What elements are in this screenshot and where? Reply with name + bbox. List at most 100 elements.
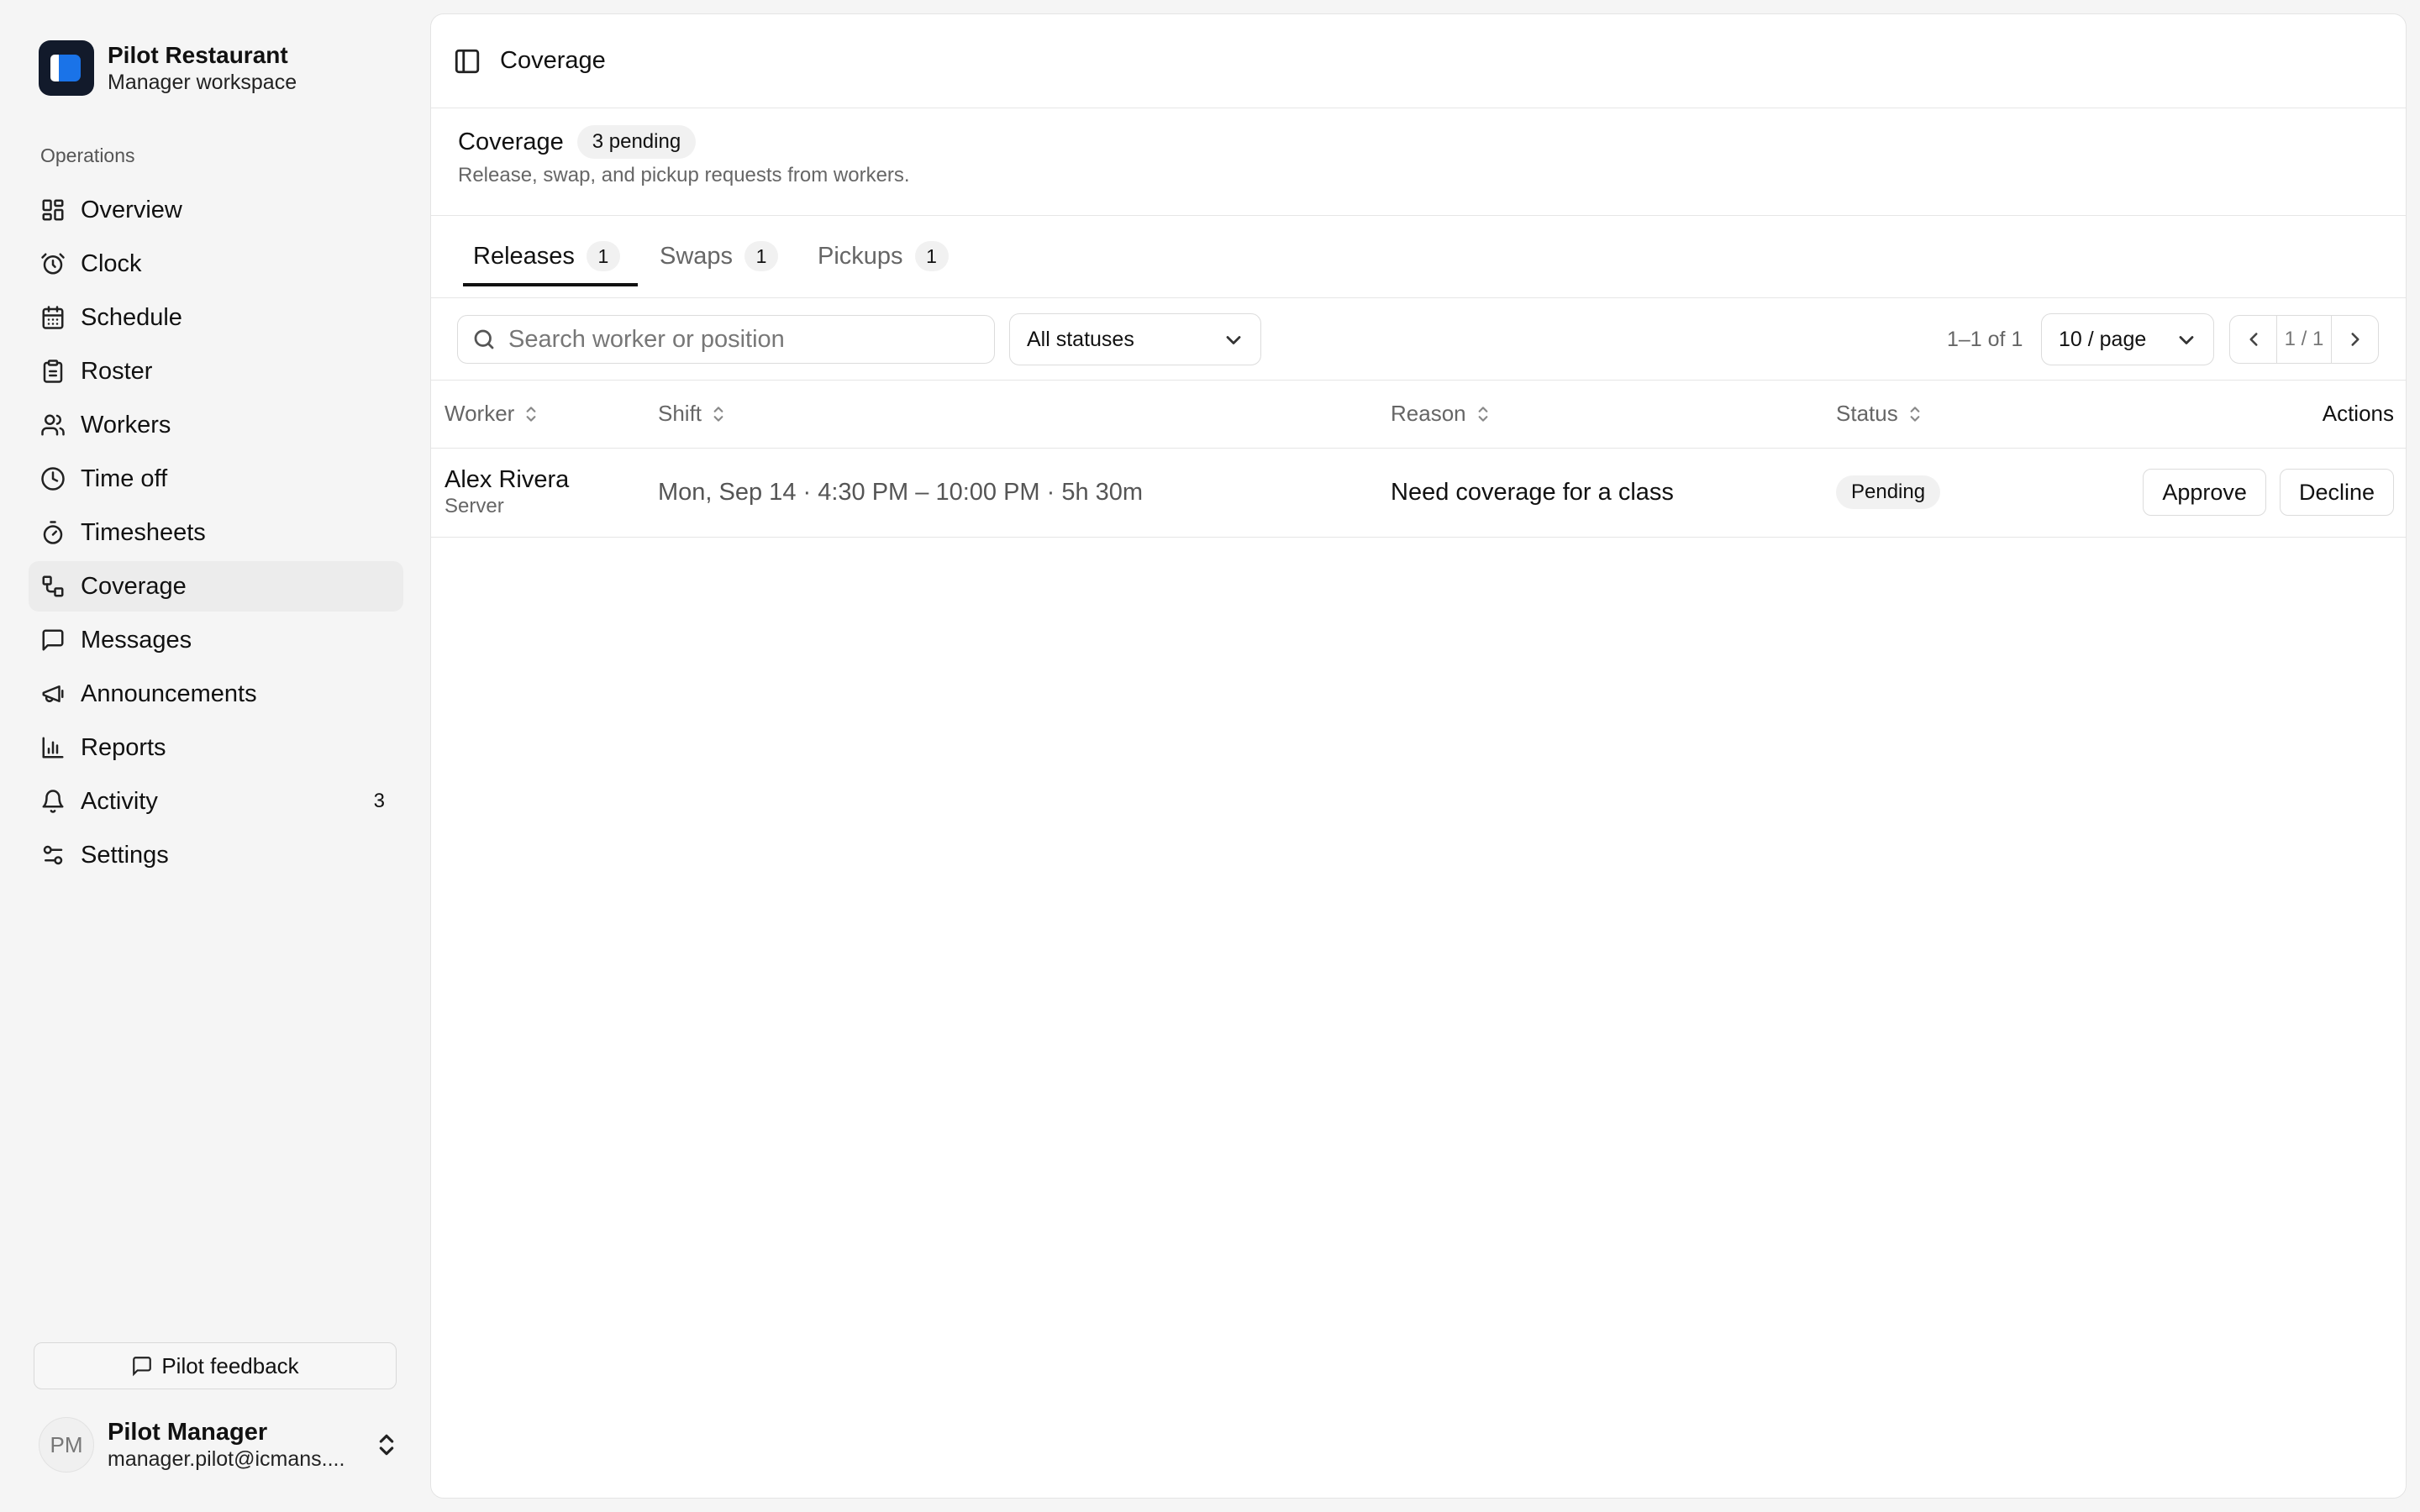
sidebar-item-time-off[interactable]: Time off	[29, 454, 403, 504]
pending-count-badge: 3 pending	[576, 125, 697, 159]
worker-name: Alex Rivera	[445, 466, 570, 493]
sort-icon	[1475, 403, 1491, 425]
search-input[interactable]	[508, 325, 979, 354]
sidebar-item-roster[interactable]: Roster	[29, 346, 403, 396]
sort-icon	[523, 403, 539, 425]
search-box[interactable]	[457, 315, 995, 364]
sort-icon	[1907, 403, 1923, 425]
column-header-shift[interactable]: Shift	[658, 381, 1391, 449]
sidebar-toggle-icon[interactable]	[453, 47, 481, 76]
sidebar-item-label: Timesheets	[81, 518, 206, 546]
user-name: Pilot Manager	[108, 1419, 268, 1446]
column-label: Reason	[1391, 401, 1466, 427]
clock-icon	[40, 466, 66, 491]
page-header: Coverage 3 pending Release, swap, and pi…	[431, 108, 2406, 216]
column-label: Status	[1836, 401, 1898, 427]
breadcrumb: Coverage	[500, 47, 606, 74]
tab-label: Pickups	[818, 243, 903, 270]
status-filter-value: All statuses	[1027, 327, 1134, 351]
sliders-icon	[40, 843, 66, 868]
pagination: 1 / 1	[2229, 315, 2379, 364]
brand-logo-icon	[39, 40, 94, 96]
sidebar-item-messages[interactable]: Messages	[29, 615, 403, 665]
bell-icon	[40, 789, 66, 814]
sidebar-item-settings[interactable]: Settings	[29, 830, 403, 880]
sidebar-item-reports[interactable]: Reports	[29, 722, 403, 773]
activity-count-badge: 3	[373, 790, 385, 812]
column-label: Shift	[658, 401, 702, 427]
table-header-row: Worker Shift Reason Status Actions	[431, 381, 2406, 449]
sidebar-nav: Overview Clock Schedule Roster Workers T…	[29, 185, 403, 884]
sidebar-item-label: Workers	[81, 411, 171, 438]
pilot-feedback-button[interactable]: Pilot feedback	[34, 1342, 397, 1389]
bar-chart-icon	[40, 735, 66, 760]
tabs: Releases 1 Swaps 1 Pickups 1	[431, 216, 2406, 298]
sidebar-item-overview[interactable]: Overview	[29, 185, 403, 235]
search-icon	[474, 329, 494, 349]
message-icon	[40, 627, 66, 653]
tab-count-badge: 1	[586, 241, 620, 271]
chevrons-up-down-icon	[373, 1431, 400, 1458]
chevron-right-icon	[2350, 333, 2360, 346]
brand[interactable]: Pilot Restaurant Manager workspace	[39, 40, 297, 96]
sidebar-item-label: Coverage	[81, 572, 187, 600]
column-header-status[interactable]: Status	[1836, 381, 2113, 449]
worker-role: Server	[445, 495, 504, 517]
sidebar-item-label: Time off	[81, 465, 168, 492]
chevron-down-icon	[2175, 328, 2198, 352]
page-size-value: 10 / page	[2059, 327, 2147, 351]
column-header-actions: Actions	[2113, 381, 2406, 449]
avatar: PM	[39, 1417, 94, 1473]
sidebar-item-label: Overview	[81, 196, 182, 223]
pilot-feedback-label: Pilot feedback	[161, 1352, 299, 1378]
sidebar-item-workers[interactable]: Workers	[29, 400, 403, 450]
table-row[interactable]: Alex Rivera Server Mon, Sep 14 · 4:30 PM…	[431, 448, 2406, 538]
column-header-worker[interactable]: Worker	[431, 381, 658, 449]
result-range: 1–1 of 1	[1947, 328, 2023, 351]
sidebar-item-label: Schedule	[81, 303, 182, 331]
nav-section-label: Operations	[40, 144, 135, 166]
sort-icon	[710, 403, 727, 425]
decline-button[interactable]: Decline	[2279, 469, 2394, 516]
user-menu[interactable]: PM Pilot Manager manager.pilot@icmans...…	[39, 1416, 400, 1473]
request-reason: Need coverage for a class	[1391, 478, 1674, 506]
sidebar-item-activity[interactable]: Activity 3	[29, 776, 403, 827]
tab-pickups[interactable]: Pickups 1	[818, 241, 949, 285]
sidebar: Pilot Restaurant Manager workspace Opera…	[0, 0, 429, 1512]
page-size-select[interactable]: 10 / page	[2041, 313, 2214, 365]
topbar: Coverage	[431, 14, 2406, 108]
page-subtitle: Release, swap, and pickup requests from …	[458, 164, 910, 186]
sidebar-item-label: Reports	[81, 733, 166, 761]
megaphone-icon	[40, 681, 66, 706]
users-icon	[40, 412, 66, 438]
main-panel: Coverage Coverage 3 pending Release, swa…	[430, 13, 2407, 1499]
previous-page-button[interactable]	[2230, 316, 2277, 363]
feedback-icon	[133, 1357, 152, 1377]
calendar-icon	[40, 305, 66, 330]
approve-button[interactable]: Approve	[2143, 469, 2266, 516]
toolbar: All statuses 1–1 of 1 10 / page 1 / 1	[431, 298, 2406, 381]
user-email: manager.pilot@icmans....	[108, 1447, 345, 1471]
tab-releases[interactable]: Releases 1	[463, 241, 638, 286]
sidebar-item-label: Settings	[81, 841, 169, 869]
grid-icon	[40, 197, 66, 223]
timer-icon	[40, 520, 66, 545]
status-filter-select[interactable]: All statuses	[1009, 313, 1261, 365]
sidebar-item-clock[interactable]: Clock	[29, 239, 403, 289]
next-page-button[interactable]	[2331, 316, 2378, 363]
tab-swaps[interactable]: Swaps 1	[660, 241, 779, 285]
sidebar-item-label: Activity	[81, 787, 158, 815]
sidebar-item-schedule[interactable]: Schedule	[29, 292, 403, 343]
sidebar-item-timesheets[interactable]: Timesheets	[29, 507, 403, 558]
column-label: Worker	[445, 401, 515, 427]
column-header-reason[interactable]: Reason	[1391, 381, 1836, 449]
coverage-icon	[40, 574, 66, 599]
sidebar-item-coverage[interactable]: Coverage	[29, 561, 403, 612]
sidebar-item-label: Clock	[81, 249, 142, 277]
status-badge: Pending	[1836, 475, 1941, 509]
sidebar-item-label: Messages	[81, 626, 192, 654]
brand-name: Pilot Restaurant	[108, 42, 288, 68]
sidebar-item-announcements[interactable]: Announcements	[29, 669, 403, 719]
alarm-clock-icon	[40, 251, 66, 276]
coverage-table: Worker Shift Reason Status Actions Alex …	[431, 381, 2406, 538]
